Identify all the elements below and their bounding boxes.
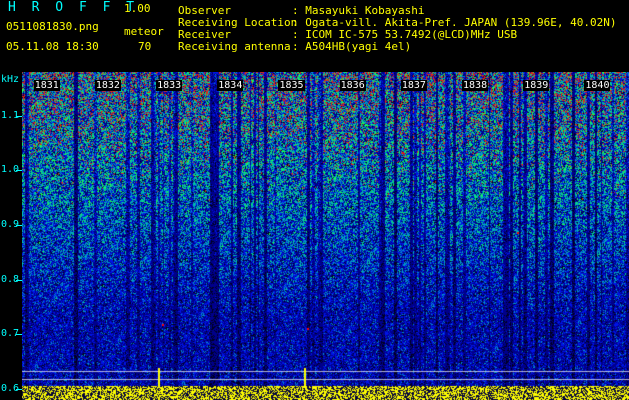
time-tick-label: 1839	[523, 80, 550, 91]
filename: 0511081830.png	[6, 20, 99, 33]
time-tick-label: 1838	[462, 80, 489, 91]
time-tick-label: 1835	[278, 80, 305, 91]
time-tick-label: 1837	[400, 80, 427, 91]
frequency-tick-mark	[16, 334, 22, 336]
frequency-tick-mark	[16, 279, 22, 281]
mode-value: 70	[138, 40, 152, 53]
frequency-tick-mark	[16, 115, 22, 117]
mode-label: meteor	[124, 25, 164, 38]
time-tick-label: 1833	[156, 80, 183, 91]
time-tick-label: 1836	[339, 80, 366, 91]
antenna-value: : A504HB(yagi 4el)	[292, 40, 412, 53]
frequency-unit-label: kHz	[1, 74, 20, 85]
datetime: 05.11.08 18:30	[6, 40, 99, 53]
frequency-axis	[0, 72, 22, 400]
frequency-tick-mark	[16, 389, 22, 391]
time-tick-label: 1834	[217, 80, 244, 91]
time-tick-label: 1840	[584, 80, 611, 91]
frequency-tick-mark	[16, 225, 22, 227]
antenna-label: Receiving antenna	[178, 40, 291, 53]
spectrogram-canvas	[22, 72, 629, 400]
header-panel: H R O F F T 1.00 0511081830.png meteor 0…	[0, 0, 629, 72]
app-version: 1.00	[124, 2, 151, 15]
time-tick-label: 1832	[94, 80, 121, 91]
app-name: H R O F F T	[8, 0, 139, 15]
time-tick-label: 1831	[33, 80, 60, 91]
frequency-tick-mark	[16, 170, 22, 172]
